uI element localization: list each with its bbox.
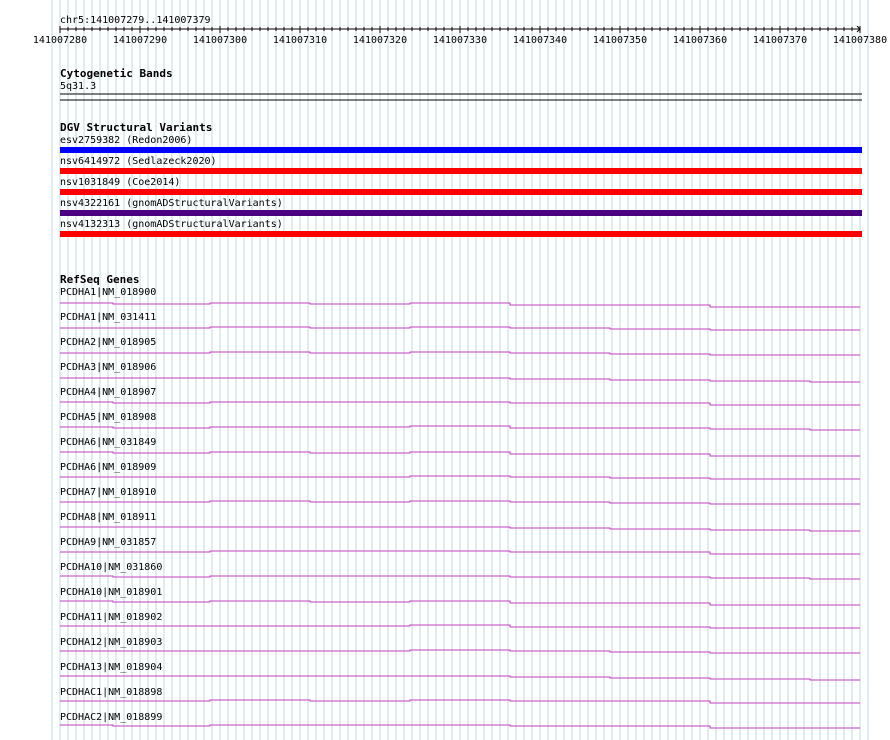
refseq-gene-label[interactable]: PCDHA6|NM_018909: [60, 462, 156, 473]
ruler-tick-label: 141007300: [192, 35, 248, 46]
refseq-gene-label[interactable]: PCDHA7|NM_018910: [60, 487, 156, 498]
refseq-track-title: RefSeq Genes: [60, 273, 140, 286]
dgv-variant-label[interactable]: nsv1031849 (Coe2014): [60, 177, 180, 188]
ruler-tick-label: 141007340: [512, 35, 568, 46]
ruler-tick-label: 141007330: [432, 35, 488, 46]
dgv-track-title: DGV Structural Variants: [60, 121, 213, 134]
ruler-tick-label: 141007320: [352, 35, 408, 46]
dgv-variant-label[interactable]: nsv4322161 (gnomADStructuralVariants): [60, 198, 283, 209]
refseq-gene-label[interactable]: PCDHA2|NM_018905: [60, 337, 156, 348]
refseq-gene-label[interactable]: PCDHA1|NM_031411: [60, 312, 156, 323]
ruler-tick-label: 141007360: [672, 35, 728, 46]
ruler-tick-label: 141007310: [272, 35, 328, 46]
ruler-tick-label: 141007380: [832, 35, 888, 46]
refseq-gene-label[interactable]: PCDHAC1|NM_018898: [60, 687, 162, 698]
dgv-variant-label[interactable]: nsv6414972 (Sedlazeck2020): [60, 156, 217, 167]
refseq-gene-label[interactable]: PCDHA10|NM_018901: [60, 587, 162, 598]
refseq-gene-label[interactable]: PCDHA13|NM_018904: [60, 662, 162, 673]
dgv-variant-bar: [60, 147, 862, 153]
ruler-tick-label: 141007290: [112, 35, 168, 46]
dgv-variant-bar: [60, 168, 862, 174]
refseq-gene-label[interactable]: PCDHA5|NM_018908: [60, 412, 156, 423]
dgv-variant-label[interactable]: nsv4132313 (gnomADStructuralVariants): [60, 219, 283, 230]
refseq-gene-label[interactable]: PCDHA9|NM_031857: [60, 537, 156, 548]
refseq-gene-label[interactable]: PCDHA3|NM_018906: [60, 362, 156, 373]
dgv-variant-bar: [60, 189, 862, 195]
refseq-gene-label[interactable]: PCDHAC2|NM_018899: [60, 712, 162, 723]
dgv-variant-bar: [60, 231, 862, 237]
ruler-tick-label: 141007280: [32, 35, 88, 46]
cytogenetic-track-title: Cytogenetic Bands: [60, 67, 173, 80]
locus-label: chr5:141007279..141007379: [60, 15, 211, 26]
refseq-gene-label[interactable]: PCDHA12|NM_018903: [60, 637, 162, 648]
grid-lines: [51, 0, 869, 740]
refseq-gene-label[interactable]: PCDHA4|NM_018907: [60, 387, 156, 398]
dgv-variant-label[interactable]: esv2759382 (Redon2006): [60, 135, 192, 146]
ruler-tick-label: 141007370: [752, 35, 808, 46]
ruler-tick-label: 141007350: [592, 35, 648, 46]
refseq-gene-label[interactable]: PCDHA8|NM_018911: [60, 512, 156, 523]
cytogenetic-band-label[interactable]: 5q31.3: [60, 81, 96, 92]
dgv-variant-bar: [60, 210, 862, 216]
refseq-gene-label[interactable]: PCDHA10|NM_031860: [60, 562, 162, 573]
refseq-gene-label[interactable]: PCDHA6|NM_031849: [60, 437, 156, 448]
refseq-gene-label[interactable]: PCDHA11|NM_018902: [60, 612, 162, 623]
refseq-gene-label[interactable]: PCDHA1|NM_018900: [60, 287, 156, 298]
